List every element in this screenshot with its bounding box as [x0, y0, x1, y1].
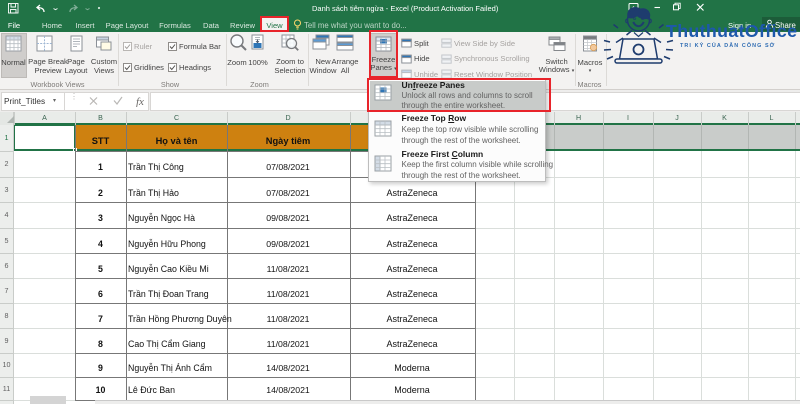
svg-text:fx: fx — [136, 96, 144, 107]
